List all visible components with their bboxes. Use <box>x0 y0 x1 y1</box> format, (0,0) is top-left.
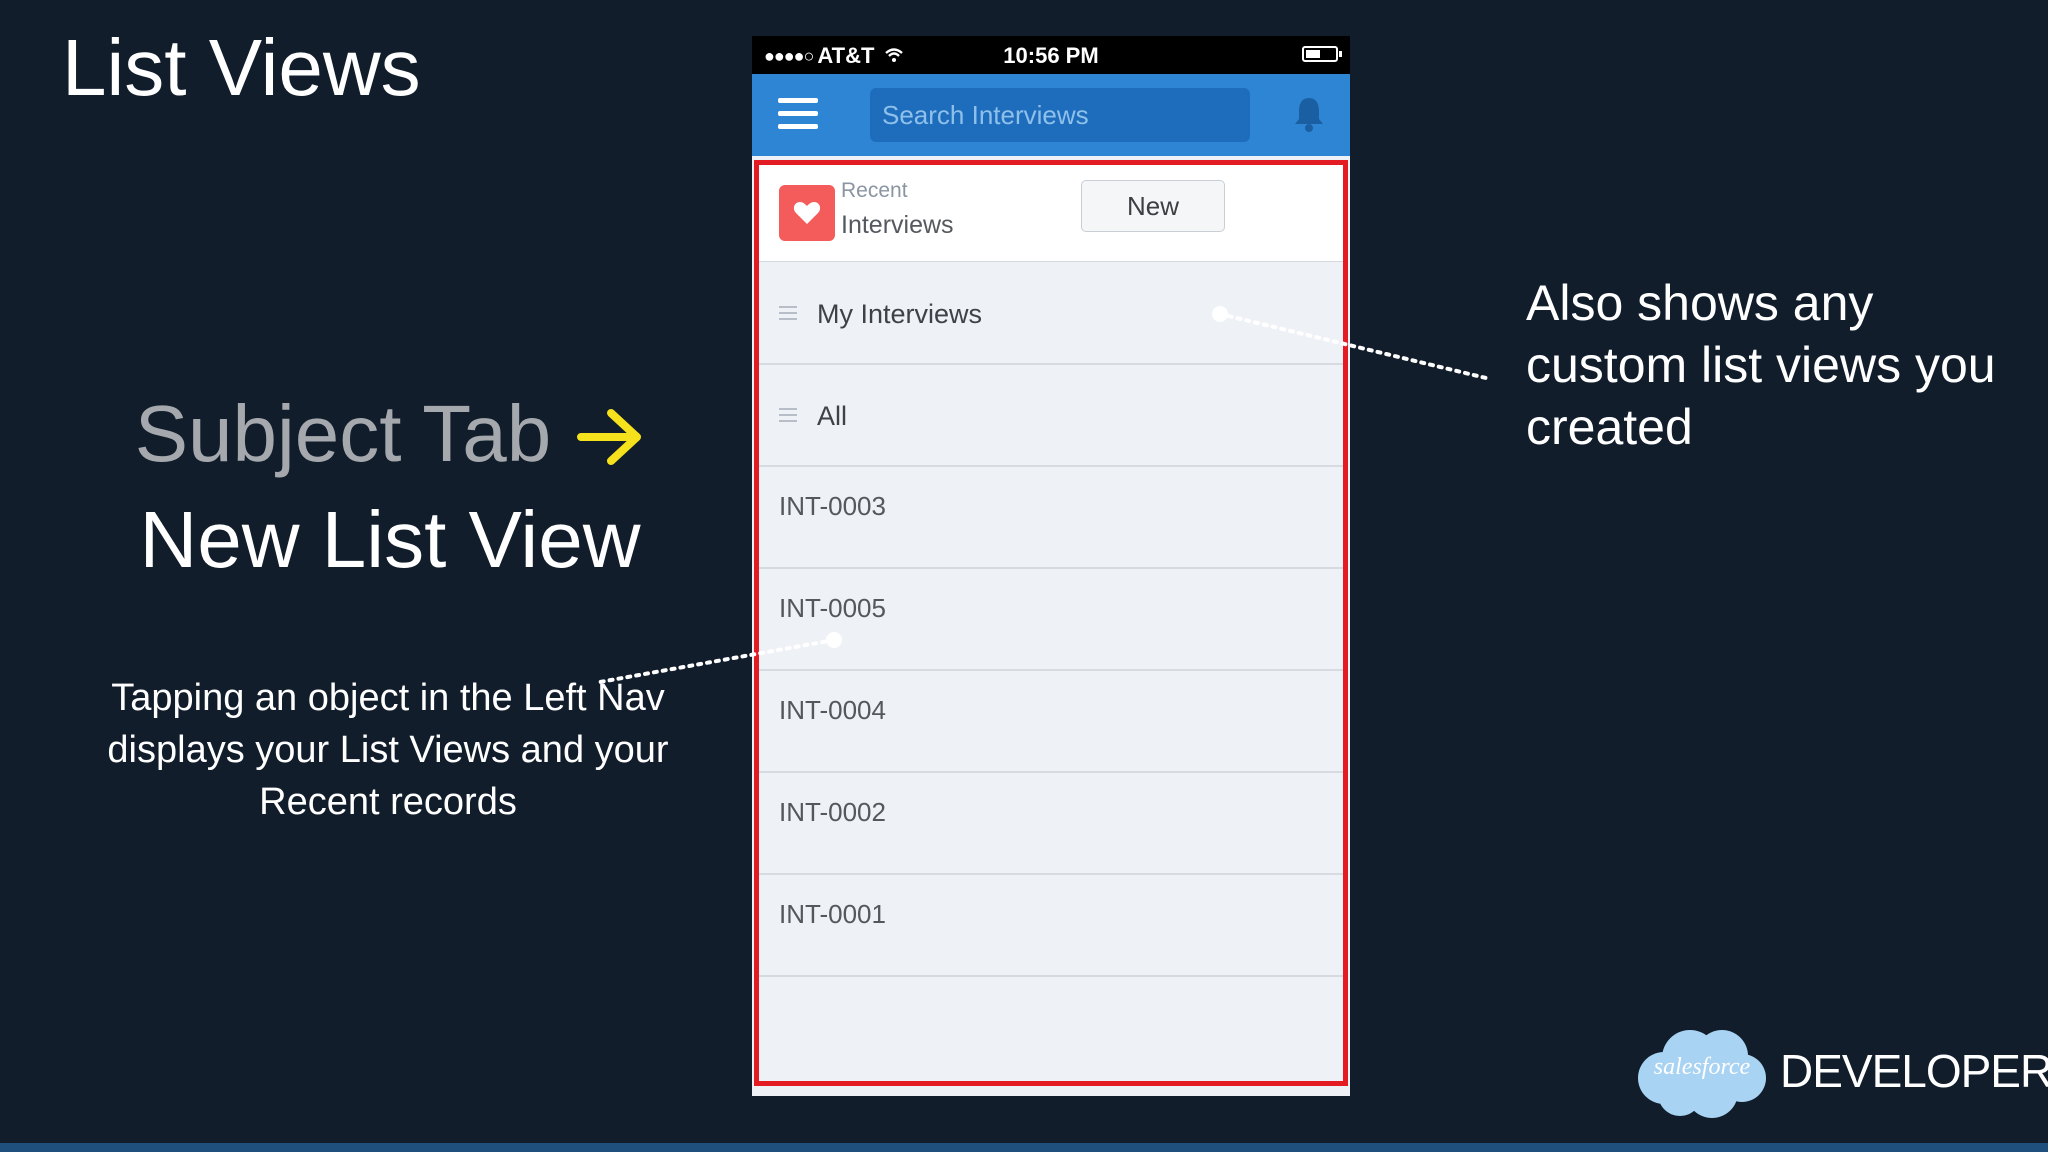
logo-wordmark: salesforce <box>1653 1054 1751 1080</box>
salesforce-developers-logo: salesforce DEVELOPERS <box>1630 1020 2048 1124</box>
brand-text: DEVELOPERS <box>1780 1045 2048 1097</box>
callout-left <box>598 632 842 684</box>
callout-lines <box>598 306 1488 684</box>
callout-right <box>1212 306 1488 380</box>
